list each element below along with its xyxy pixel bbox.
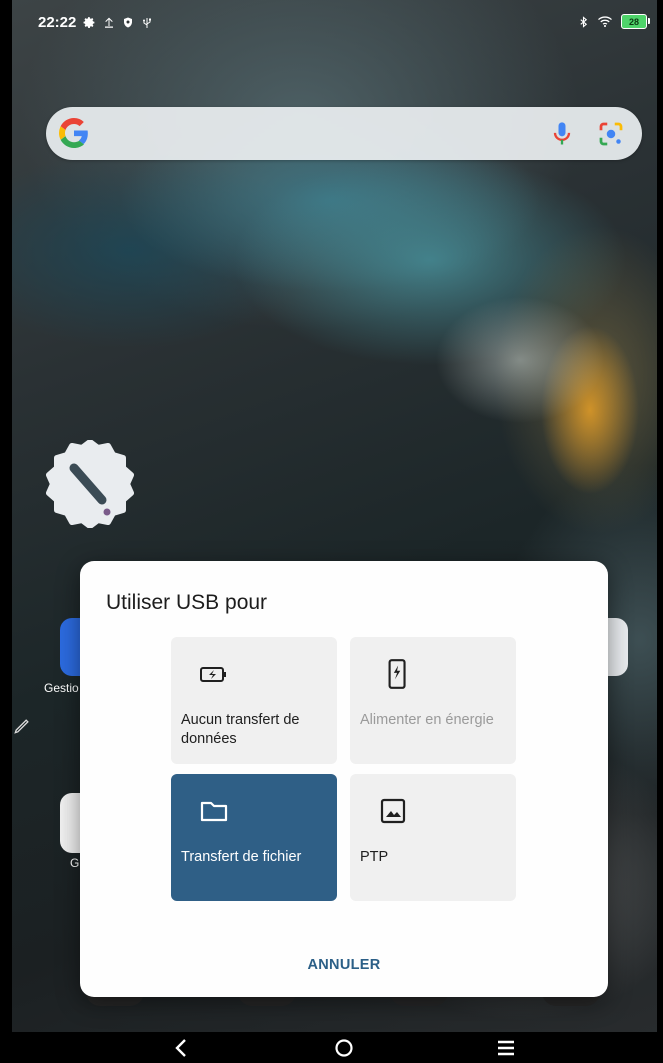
shield-icon — [124, 17, 133, 28]
settings-icon — [83, 17, 95, 28]
usb-icon — [143, 17, 152, 28]
lens-icon[interactable] — [596, 119, 626, 149]
mic-icon[interactable] — [548, 120, 576, 148]
folder-icon — [200, 801, 228, 822]
option-label: Alimenter en énergie — [360, 712, 494, 728]
option-no-data-transfer[interactable]: Aucun transfert de données — [171, 637, 337, 764]
battery-icon: 28 — [621, 14, 650, 29]
option-power-supply[interactable]: Alimenter en énergie — [350, 637, 516, 764]
home-icon[interactable] — [330, 1036, 358, 1060]
status-bar: 22:22 28 — [12, 8, 657, 36]
usb-dialog: Utiliser USB pour Aucun transfert de don… — [80, 561, 608, 997]
navigation-bar — [12, 1032, 657, 1063]
battery-level: 28 — [628, 16, 639, 27]
screen-bezel-left — [0, 0, 12, 1063]
home-screen-wallpaper: 22:22 28 Gestio G Utiliser USB pour Aucu… — [0, 0, 663, 1063]
phone-charging-icon — [388, 659, 406, 689]
cancel-button[interactable]: ANNULER — [290, 951, 398, 979]
pen-icon[interactable] — [12, 716, 32, 736]
clock-widget[interactable] — [46, 440, 134, 528]
dialog-title: Utiliser USB pour — [106, 591, 268, 614]
status-right: 28 — [578, 14, 650, 29]
option-ptp[interactable]: PTP — [350, 774, 516, 901]
app-label-gestion: Gestio — [44, 681, 79, 695]
option-file-transfer[interactable]: Transfert de fichier — [171, 774, 337, 901]
upload-icon — [105, 17, 114, 28]
status-left: 22:22 — [38, 14, 153, 31]
back-icon[interactable] — [168, 1036, 196, 1060]
google-logo-icon — [59, 118, 88, 148]
option-label: PTP — [360, 849, 389, 865]
wifi-icon — [598, 16, 612, 28]
bluetooth-icon — [580, 15, 588, 28]
status-time: 22:22 — [38, 14, 77, 31]
option-label: Transfert de fichier — [181, 849, 302, 865]
app-label-google-folder: G — [70, 856, 80, 870]
google-search-bar[interactable] — [46, 107, 642, 160]
screen-bezel-right — [657, 0, 663, 1063]
option-label: Aucun transfert de données — [181, 712, 300, 747]
image-icon — [380, 798, 406, 824]
recents-menu-icon[interactable] — [492, 1036, 520, 1060]
charging-battery-icon — [200, 667, 226, 682]
